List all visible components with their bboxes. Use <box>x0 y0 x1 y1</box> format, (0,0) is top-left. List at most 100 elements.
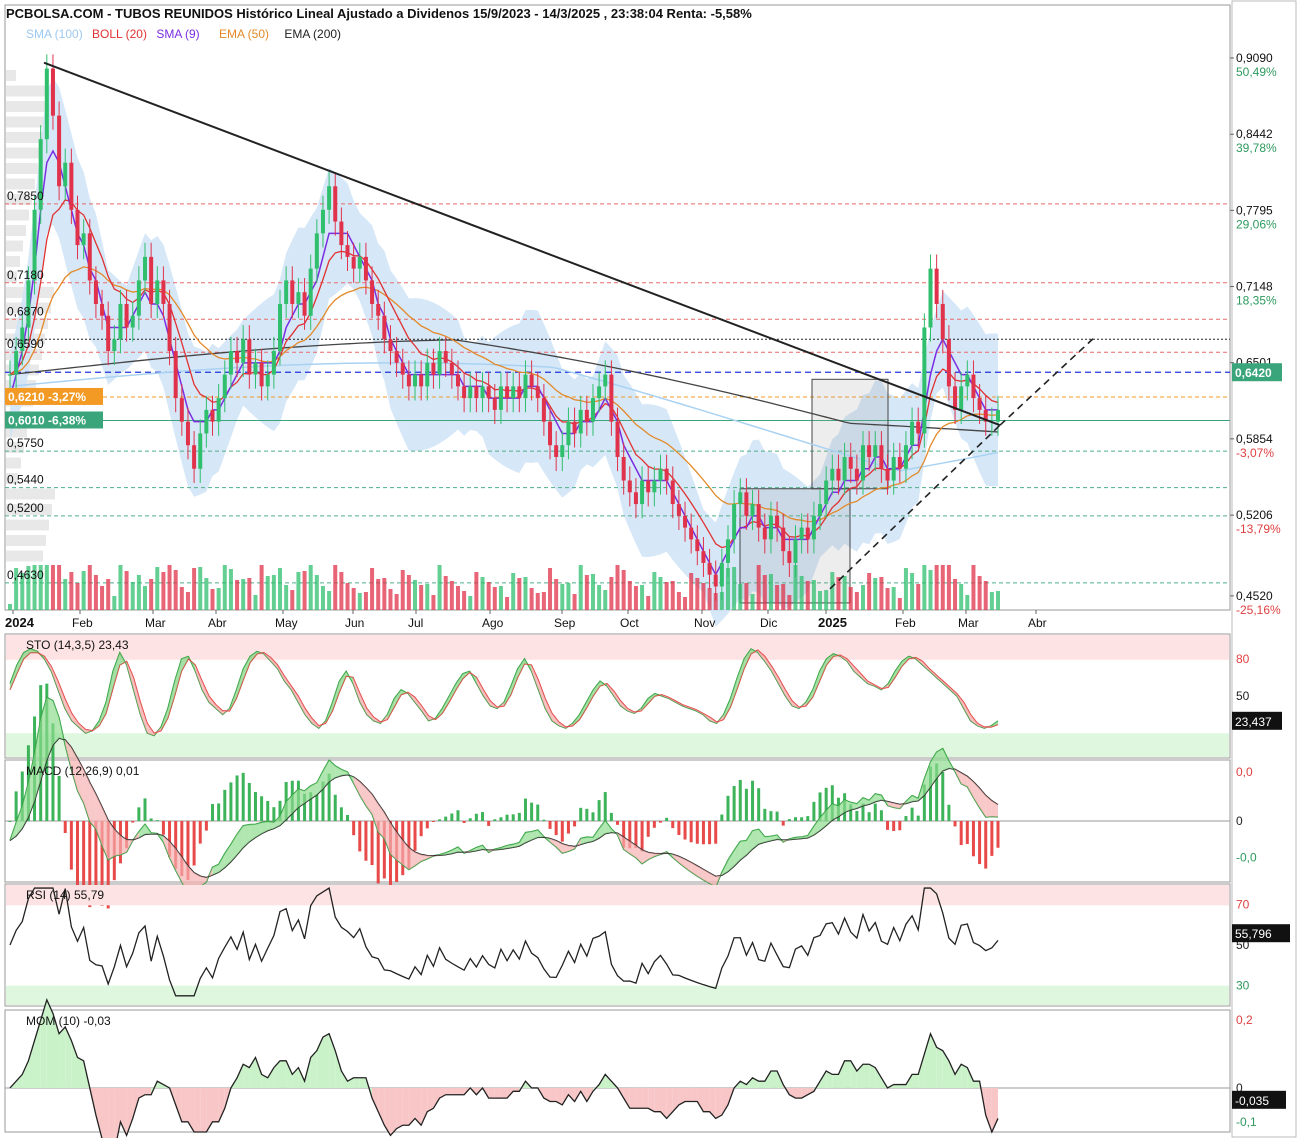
sto-fill <box>586 689 594 709</box>
candle-body <box>278 303 283 352</box>
volume-profile-bar <box>6 147 41 159</box>
volume-bars <box>8 565 1000 610</box>
mom-fill <box>16 1074 23 1088</box>
volume-bar <box>455 586 460 610</box>
candle-body <box>63 162 68 187</box>
candle-body <box>100 303 105 316</box>
volume-bar <box>44 565 49 610</box>
rsi-last-badge-label: 55,796 <box>1235 927 1272 941</box>
mom-fill <box>605 1074 612 1088</box>
candle-body <box>885 468 890 481</box>
macd-histogram-bar <box>990 821 994 856</box>
mom-fill <box>973 1081 980 1088</box>
macd-fill <box>715 872 722 887</box>
volume-bar <box>584 575 589 610</box>
macd-fill <box>427 855 434 859</box>
rsi-overbought-zone <box>6 885 1229 906</box>
candle-body <box>468 386 473 399</box>
macd-histogram-bar <box>665 817 669 821</box>
volume-profile-bar <box>6 550 43 562</box>
candle-body <box>290 280 295 304</box>
candle-body <box>762 527 767 540</box>
candle-body <box>143 256 148 281</box>
x-axis-label: Oct <box>620 616 639 630</box>
macd-line <box>9 696 999 894</box>
macd-fill <box>991 800 998 817</box>
candle-body <box>106 315 111 352</box>
macd-histogram-bar <box>855 810 859 821</box>
mom-panel[interactable] <box>5 997 1230 1138</box>
sto-panel[interactable] <box>6 635 1229 757</box>
macd-fill <box>721 860 728 876</box>
candle-body <box>271 351 276 375</box>
candle-body <box>498 386 503 410</box>
mom-fill <box>384 1087 391 1136</box>
macd-histogram-bar <box>738 779 742 821</box>
volume-bar <box>854 592 859 610</box>
volume-bar <box>750 594 755 610</box>
macd-histogram-bar <box>579 807 583 821</box>
candle-body <box>590 398 595 422</box>
candle-body <box>597 386 602 399</box>
candle-body <box>572 421 577 434</box>
candle-body <box>744 492 749 516</box>
mom-fill <box>451 1087 458 1095</box>
candle-body <box>308 268 313 316</box>
volume-bar <box>370 568 375 610</box>
macd-histogram-bar <box>131 821 135 823</box>
volume-bar <box>198 567 203 610</box>
candle-body <box>873 445 878 457</box>
macd-histogram-bar <box>689 821 693 843</box>
candle-body <box>627 480 632 493</box>
macd-title: MACD (12,26,9) 0,01 <box>26 764 140 778</box>
candle-body <box>492 398 497 410</box>
volume-bar <box>848 587 853 610</box>
mom-fill <box>770 1071 778 1088</box>
sto-axis-label: 50 <box>1236 689 1250 703</box>
macd-histogram-bar <box>346 814 350 821</box>
price-panel[interactable] <box>5 54 1230 627</box>
sto-fill <box>339 671 347 693</box>
x-axis-label: Dic <box>760 616 777 630</box>
candle-body <box>701 551 706 563</box>
mom-fill <box>948 1060 956 1088</box>
macd-histogram-bar <box>339 807 343 821</box>
volume-bar <box>683 597 688 610</box>
sto-fill <box>943 681 950 690</box>
candle-body <box>437 351 442 375</box>
volume-bar <box>406 575 411 610</box>
mom-title: MOM (10) -0,03 <box>26 1014 111 1028</box>
left-level-label: 0,5750 <box>7 436 44 450</box>
rsi-panel[interactable] <box>6 885 1229 1005</box>
macd-histogram-bar <box>468 818 472 821</box>
macd-histogram-bar <box>732 786 736 821</box>
candle-body <box>879 445 884 469</box>
volume-bar <box>922 565 927 610</box>
macd-histogram-bar <box>260 796 264 821</box>
mom-fill <box>59 1026 66 1088</box>
mom-fill <box>875 1067 882 1088</box>
macd-histogram-bar <box>82 821 86 895</box>
x-axis-label: Ago <box>482 616 504 630</box>
volume-bar <box>63 579 68 610</box>
mom-fill <box>200 1087 207 1132</box>
sto-fill <box>181 656 189 672</box>
candle-body <box>112 339 117 352</box>
volume-bar <box>732 567 737 610</box>
candle-body <box>548 421 553 446</box>
candle-body <box>854 468 859 481</box>
candle-body <box>836 468 841 481</box>
volume-profile-bar <box>6 178 35 190</box>
candle-body <box>529 374 534 387</box>
candle-body <box>897 456 902 469</box>
stock-chart-svg[interactable]: 0,7850 0,7180 0,6870 0,6590 0,5750 0,5440 0,52… <box>0 0 1298 1138</box>
macd-histogram-bar <box>235 775 239 821</box>
macd-fill <box>359 781 366 806</box>
volume-bar <box>443 576 448 610</box>
macd-panel[interactable] <box>5 683 1230 909</box>
sto-fill <box>956 693 964 709</box>
volume-bar <box>640 585 645 610</box>
sto-fill <box>359 693 367 715</box>
candle-body <box>81 233 86 246</box>
macd-histogram-bar <box>695 821 699 844</box>
